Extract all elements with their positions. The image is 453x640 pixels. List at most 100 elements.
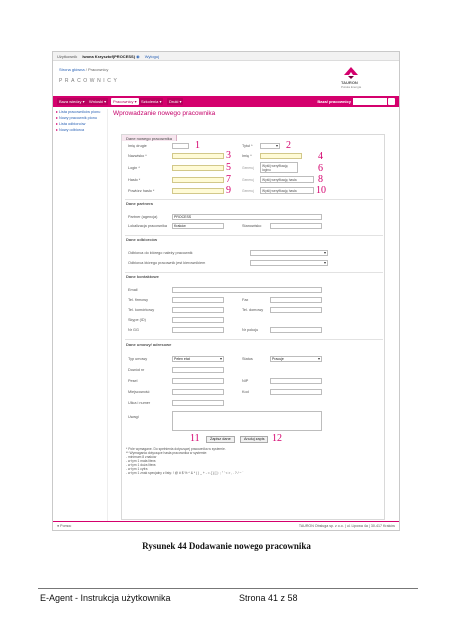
employee-form: Imię drugie Tytuł * Nazwisko * Imię * Lo…: [121, 134, 385, 520]
callout-2: 2: [286, 140, 291, 151]
tel-komorkowy-input[interactable]: [172, 307, 224, 313]
logout-icon: ◉: [136, 54, 140, 59]
uwagi-label: Uwagi: [128, 415, 139, 419]
uwagi-textarea[interactable]: [172, 411, 322, 431]
breadcrumb-home-link[interactable]: Strona główna: [59, 67, 85, 72]
sidebar: Lista pracowników pionu Nowy pracownik p…: [53, 109, 108, 523]
kod-label: Kod: [242, 390, 249, 394]
main-content: Wprowadzanie nowego pracownika Dane nowe…: [111, 109, 397, 521]
odbiorca-nalezy-select[interactable]: [250, 250, 328, 256]
callout-4: 4: [318, 151, 323, 162]
menu-szkolenia[interactable]: Szkolenia ▾: [139, 98, 164, 105]
menu-wnioski[interactable]: Wnioski ▾: [87, 98, 109, 105]
fax-label: Fax: [242, 298, 249, 302]
odbiorca-kierownik-label: Odbiorca którego pracownik jest kierowni…: [128, 261, 206, 265]
login-generate-link[interactable]: Generuj: [242, 166, 254, 170]
document-footer-title: E-Agent - Instrukcja użytkownika: [40, 593, 171, 603]
figure-caption: Rysunek 44 Dodawanie nowego pracownika: [142, 541, 311, 551]
kod-input[interactable]: [270, 389, 322, 395]
skype-label: Skype (ID): [128, 318, 146, 322]
tel-firmowy-label: Tel. firmowy: [128, 298, 149, 302]
user-label: Użytkownik: [57, 54, 78, 59]
section-dane-umowy: Dane umowy/ adresowe: [126, 342, 172, 347]
page-number: Strona 41 z 58: [239, 593, 298, 603]
section-dane-partnera: Dane partnera: [126, 201, 153, 206]
ulica-label: Ulica i numer: [128, 401, 151, 405]
callout-7: 7: [226, 174, 231, 185]
tel-domowy-label: Tel. domowy: [242, 308, 264, 312]
callout-3: 3: [226, 150, 231, 161]
footer-help-link[interactable]: ● Pomoc: [57, 522, 71, 530]
status-label: Status: [242, 357, 253, 361]
search-go-icon[interactable]: [388, 98, 395, 105]
lokalizacja-label: Lokalizacja pracownika: [128, 224, 168, 228]
odbiorca-nalezy-label: Odbiorca do którego należy pracownik: [128, 251, 193, 255]
tytul-select[interactable]: [260, 143, 280, 149]
gg-input[interactable]: [172, 327, 224, 333]
tel-firmowy-input[interactable]: [172, 297, 224, 303]
app-footer: ● Pomoc TAURON Obsługa sp. z o.o. | ul. …: [53, 521, 399, 530]
callout-10: 10: [316, 185, 326, 196]
haslo-input[interactable]: [172, 177, 224, 183]
breadcrumb: Strona główna / Pracownicy: [59, 67, 108, 72]
powtorz-generate-link[interactable]: Generuj: [242, 189, 254, 193]
skype-input[interactable]: [172, 317, 224, 323]
app-screenshot: Użytkownik Iwona Krzysztof(PROCESS) ◉ Wy…: [52, 51, 400, 531]
menu-druki[interactable]: Druki ▾: [167, 98, 184, 105]
haslo-generate-link[interactable]: Generuj: [242, 178, 254, 182]
page-title: Wprowadzanie nowego pracownika: [113, 110, 216, 117]
nip-label: NIP: [242, 379, 249, 383]
imie-label: Imię *: [242, 154, 252, 158]
footer-help-label: Pomoc: [60, 524, 72, 528]
sidebar-item-nowy-odbiorca[interactable]: Nowy odbiorca: [53, 127, 107, 133]
breadcrumb-current: Pracownicy: [87, 67, 109, 72]
help-icon: ●: [57, 524, 60, 528]
nr-pokoju-input[interactable]: [270, 327, 322, 333]
tel-domowy-input[interactable]: [270, 307, 322, 313]
footer-rule: [38, 588, 418, 589]
divider: [125, 339, 383, 340]
typ-umowy-label: Typ umowy: [128, 357, 148, 361]
powtorz-verify-note: Wyślij weryfikację hasła: [260, 187, 314, 194]
search-label: Baza/ pracownicy: [317, 99, 351, 104]
nazwisko-input[interactable]: [172, 153, 224, 159]
login-label: Login *: [128, 166, 140, 170]
stanowisko-input[interactable]: [270, 223, 322, 229]
search-input[interactable]: [353, 98, 387, 105]
imie-drugie-input[interactable]: [172, 143, 189, 149]
haslo-label: Hasło *: [128, 178, 141, 182]
logo-tagline: Polska Energia: [341, 85, 362, 89]
breadcrumb-separator: /: [85, 67, 87, 72]
email-input[interactable]: [172, 287, 322, 293]
section-dane-odbiorcow: Dane odbiorców: [126, 237, 158, 242]
status-select[interactable]: Pracuje: [270, 356, 322, 362]
callout-12: 12: [272, 433, 282, 444]
powtorz-haslo-input[interactable]: [172, 188, 224, 194]
miejscowosc-input[interactable]: [172, 389, 224, 395]
footer-company-info: TAURON Obsługa sp. z o.o. | ul. Lipowa 4…: [298, 524, 395, 528]
lokalizacja-input[interactable]: Kraków: [172, 223, 224, 229]
cancel-button[interactable]: Anuluj zapis: [240, 436, 269, 443]
fax-input[interactable]: [270, 297, 322, 303]
menu-baza-wiedzy[interactable]: Baza wiedzy ▾: [57, 98, 87, 105]
imie-drugie-label: Imię drugie: [128, 144, 147, 148]
logout-label: Wyloguj: [144, 54, 159, 59]
menu-pracownicy[interactable]: Pracownicy ▾: [111, 98, 139, 105]
imie-input[interactable]: [260, 153, 302, 159]
login-verify-note: Wyślij weryfikację loginu: [260, 162, 298, 173]
partner-input[interactable]: PROCESS: [172, 214, 322, 220]
ulica-input[interactable]: [172, 400, 224, 406]
callout-6: 6: [318, 163, 323, 174]
stanowisko-label: Stanowisko: [242, 224, 262, 228]
nip-input[interactable]: [270, 378, 322, 384]
save-button[interactable]: Zapisz dane: [206, 436, 235, 443]
tauron-logo: TAURON Polska Energia: [341, 67, 369, 89]
odbiorca-kierownik-select[interactable]: [250, 260, 328, 266]
logout-link[interactable]: ◉ Wyloguj: [136, 54, 163, 59]
login-input[interactable]: [172, 165, 224, 171]
divider: [125, 272, 383, 273]
typ-umowy-select[interactable]: Pełen etat: [172, 356, 224, 362]
gg-label: Nr GG: [128, 328, 139, 332]
pesel-input[interactable]: [172, 378, 224, 384]
dowod-input[interactable]: [172, 367, 224, 373]
